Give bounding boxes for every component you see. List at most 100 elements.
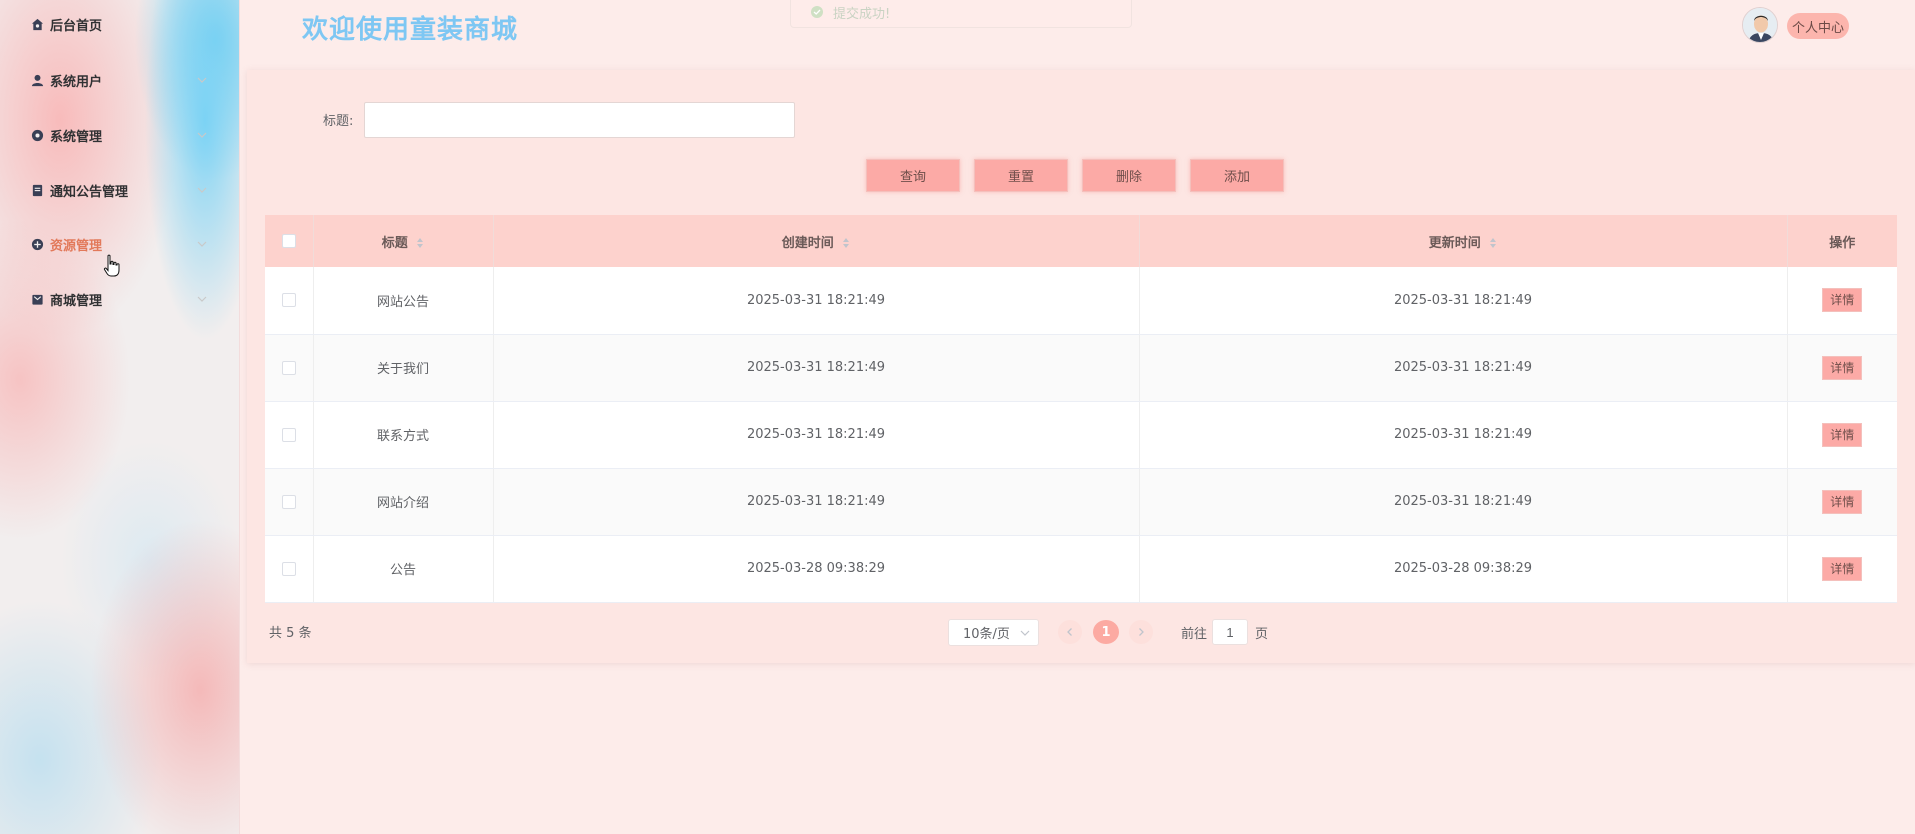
row-select-cell (265, 535, 314, 603)
cell-title: 网站介绍 (313, 468, 494, 536)
table-row: 关于我们 2025-03-31 18:21:49 2025-03-31 18:2… (265, 334, 1897, 402)
sidebar-item-label: 资源管理 (50, 238, 103, 254)
table-row: 公告 2025-03-28 09:38:29 2025-03-28 09:38:… (265, 535, 1897, 603)
row-checkbox[interactable] (281, 561, 296, 576)
cell-created: 2025-03-31 18:21:49 (493, 401, 1140, 469)
user-icon (30, 73, 44, 87)
select-all-checkbox[interactable] (281, 234, 296, 248)
add-button[interactable]: 添加 (1190, 159, 1284, 192)
sidebar: 后台首页 系统用户 系统管理 通知公告管理 资源管理 商城管理 (0, 0, 240, 834)
avatar[interactable] (1742, 7, 1778, 43)
document-icon (30, 183, 44, 197)
goto-label: 前往 (1181, 627, 1208, 642)
row-checkbox[interactable] (281, 494, 296, 509)
row-select-cell (265, 468, 314, 536)
plus-circle-icon (30, 237, 44, 251)
chevron-left-icon (1067, 628, 1072, 636)
row-select-cell (265, 401, 314, 469)
cell-action: 详情 (1787, 267, 1897, 335)
goto-page-input[interactable] (1212, 619, 1248, 645)
detail-button[interactable]: 详情 (1822, 489, 1863, 514)
sidebar-item-system-management[interactable]: 系统管理 (30, 123, 220, 147)
sidebar-item-home[interactable]: 后台首页 (30, 12, 220, 36)
chevron-down-icon (197, 241, 207, 247)
sidebar-item-label: 通知公告管理 (50, 184, 129, 200)
cell-action: 详情 (1787, 334, 1897, 402)
detail-button[interactable]: 详情 (1822, 355, 1863, 380)
table-row: 联系方式 2025-03-31 18:21:49 2025-03-31 18:2… (265, 401, 1897, 469)
sidebar-item-label: 后台首页 (50, 18, 103, 34)
column-header-label: 更新时间 (1428, 235, 1481, 251)
cell-title: 网站公告 (313, 267, 494, 335)
cell-title: 联系方式 (313, 401, 494, 469)
chevron-down-icon (1020, 630, 1030, 636)
sidebar-item-system-users[interactable]: 系统用户 (30, 68, 220, 92)
check-circle-icon (811, 6, 823, 18)
delete-button[interactable]: 删除 (1082, 159, 1176, 192)
chevron-down-icon (197, 132, 207, 138)
title-search-input[interactable] (364, 102, 795, 138)
cell-updated: 2025-03-31 18:21:49 (1139, 334, 1788, 402)
page-size-select[interactable]: 10条/页 (948, 619, 1039, 646)
cell-title: 关于我们 (313, 334, 494, 402)
page-suffix-label: 页 (1255, 627, 1269, 642)
row-select-cell (265, 334, 314, 402)
hand-cursor-icon (103, 254, 120, 277)
sidebar-item-label: 商城管理 (50, 293, 103, 309)
row-checkbox[interactable] (281, 360, 296, 375)
title-search-label: 标题: (323, 114, 354, 129)
data-table: 标题 创建时间 更新时间 操作 网站公告 2025-03-31 18:21:49… (265, 215, 1897, 603)
table-row: 网站介绍 2025-03-31 18:21:49 2025-03-31 18:2… (265, 468, 1897, 536)
cell-action: 详情 (1787, 401, 1897, 469)
header: 欢迎使用童装商城 提交成功! 个人中心 (241, 0, 1915, 60)
prev-page-button[interactable] (1058, 620, 1082, 644)
cell-action: 详情 (1787, 535, 1897, 603)
cell-created: 2025-03-31 18:21:49 (493, 267, 1140, 335)
column-header-created[interactable]: 创建时间 (493, 215, 1140, 267)
cell-updated: 2025-03-31 18:21:49 (1139, 468, 1788, 536)
table-row: 网站公告 2025-03-31 18:21:49 2025-03-31 18:2… (265, 267, 1897, 335)
sidebar-item-shop-management[interactable]: 商城管理 (30, 287, 220, 311)
reset-button[interactable]: 重置 (974, 159, 1068, 192)
sidebar-item-notice-management[interactable]: 通知公告管理 (30, 178, 220, 202)
page-size-value: 10条/页 (963, 627, 1010, 642)
home-icon (30, 17, 44, 31)
toast-message: 提交成功! (833, 6, 891, 22)
sidebar-item-label: 系统管理 (50, 129, 103, 145)
chevron-right-icon (1139, 628, 1144, 636)
cell-action: 详情 (1787, 468, 1897, 536)
cell-created: 2025-03-31 18:21:49 (493, 468, 1140, 536)
sort-icon[interactable] (416, 237, 424, 249)
column-header-label: 创建时间 (781, 235, 834, 251)
detail-button[interactable]: 详情 (1822, 422, 1863, 447)
page-number-current[interactable]: 1 (1093, 620, 1119, 644)
next-page-button[interactable] (1129, 620, 1153, 644)
main-panel: 标题: 查询 重置 删除 添加 标题 创建时间 更新时间 操作 网站公告 202… (247, 70, 1915, 663)
column-header-updated[interactable]: 更新时间 (1139, 215, 1788, 267)
sidebar-item-resource-management[interactable]: 资源管理 (30, 232, 220, 256)
cell-title: 公告 (313, 535, 494, 603)
chevron-down-icon (197, 296, 207, 302)
chevron-down-icon (197, 77, 207, 83)
row-select-cell (265, 267, 314, 335)
detail-button[interactable]: 详情 (1822, 288, 1863, 313)
sort-icon[interactable] (1489, 237, 1497, 249)
cell-created: 2025-03-28 09:38:29 (493, 535, 1140, 603)
detail-button[interactable]: 详情 (1822, 556, 1863, 581)
cell-updated: 2025-03-31 18:21:49 (1139, 267, 1788, 335)
sort-icon[interactable] (842, 237, 850, 249)
user-center-button[interactable]: 个人中心 (1787, 13, 1849, 39)
cell-created: 2025-03-31 18:21:49 (493, 334, 1140, 402)
column-header-title[interactable]: 标题 (313, 215, 494, 267)
cell-updated: 2025-03-31 18:21:49 (1139, 401, 1788, 469)
query-button[interactable]: 查询 (866, 159, 960, 192)
total-count: 共 5 条 (269, 626, 312, 641)
shop-icon (30, 292, 44, 306)
column-header-label: 操作 (1829, 235, 1856, 251)
row-checkbox[interactable] (281, 427, 296, 442)
table-header-row: 标题 创建时间 更新时间 操作 (265, 215, 1897, 267)
page-title: 欢迎使用童装商城 (302, 15, 519, 45)
column-header-label: 标题 (381, 235, 408, 251)
chevron-down-icon (197, 187, 207, 193)
row-checkbox[interactable] (281, 293, 296, 308)
